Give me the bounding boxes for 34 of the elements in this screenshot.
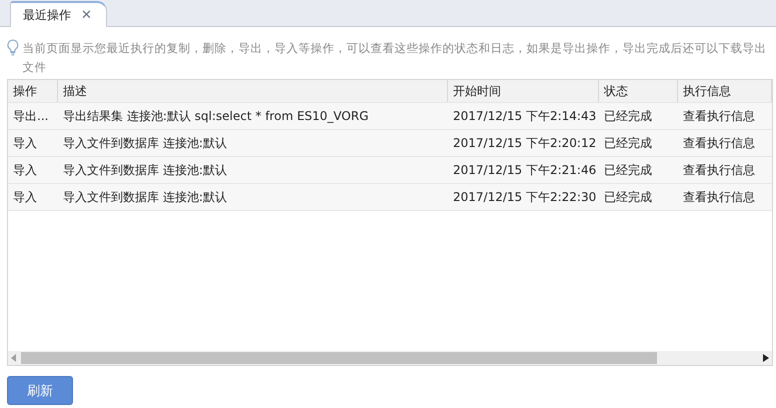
column-header[interactable]: 执行信息	[678, 80, 772, 102]
table-cell-text: 导入文件到数据库 连接池:默认	[62, 134, 228, 152]
view-log-link[interactable]: 查看执行信息	[678, 130, 772, 156]
horizontal-scrollbar[interactable]	[8, 351, 772, 365]
scrollbar-thumb[interactable]	[21, 352, 657, 364]
view-log-link[interactable]: 查看执行信息	[678, 184, 772, 210]
info-text: 当前页面显示您最近执行的复制，删除，导出，导入等操作，可以查看这些操作的状态和日志，如果是导出操作，导出完成后还可以下载导出文件	[22, 40, 768, 76]
table-cell-text: 2017/12/15 下午2:21:46	[452, 162, 598, 178]
table-cell-text: 导入	[12, 134, 38, 152]
table-cell-text: 导入文件到数据库 连接池:默认	[62, 162, 228, 178]
column-header[interactable]: 开始时间	[448, 80, 599, 102]
table-cell-text: 2017/12/15 下午2:22:30	[452, 188, 598, 206]
table-cell-text: 导出结果集 连接池:默认 sql:select * from ES10_VORG	[62, 108, 370, 125]
column-header[interactable]: 状态	[599, 80, 678, 102]
table-cell-text: 2017/12/15 下午2:20:12	[452, 134, 598, 152]
table-cell-text: 2017/12/15 下午2:14:43	[452, 108, 598, 124]
table-cell-text: 导入	[12, 162, 38, 178]
lightbulb-icon	[7, 39, 19, 56]
tab-label[interactable]: 最近操作	[23, 6, 71, 24]
table-cell-text: 导入	[12, 188, 38, 206]
table-cell-text: 已经完成	[603, 162, 653, 178]
scroll-left-icon[interactable]	[11, 354, 17, 362]
view-log-link[interactable]: 查看执行信息	[678, 157, 772, 183]
column-header[interactable]: 描述	[58, 80, 448, 102]
table-cell-text: 已经完成	[603, 134, 653, 152]
view-log-link[interactable]: 查看执行信息	[678, 103, 772, 129]
column-header[interactable]: 操作	[8, 80, 58, 102]
table-cell-text: 已经完成	[603, 108, 653, 124]
table-cell-text: 已经完成	[603, 188, 653, 206]
close-icon[interactable]: ✕	[81, 8, 92, 22]
table-cell-text: 导入文件到数据库 连接池:默认	[62, 188, 228, 206]
tab[interactable]: 最近操作 ✕	[10, 1, 107, 27]
scroll-right-icon[interactable]	[763, 354, 769, 362]
table-cell-text: 导出...	[12, 108, 50, 124]
